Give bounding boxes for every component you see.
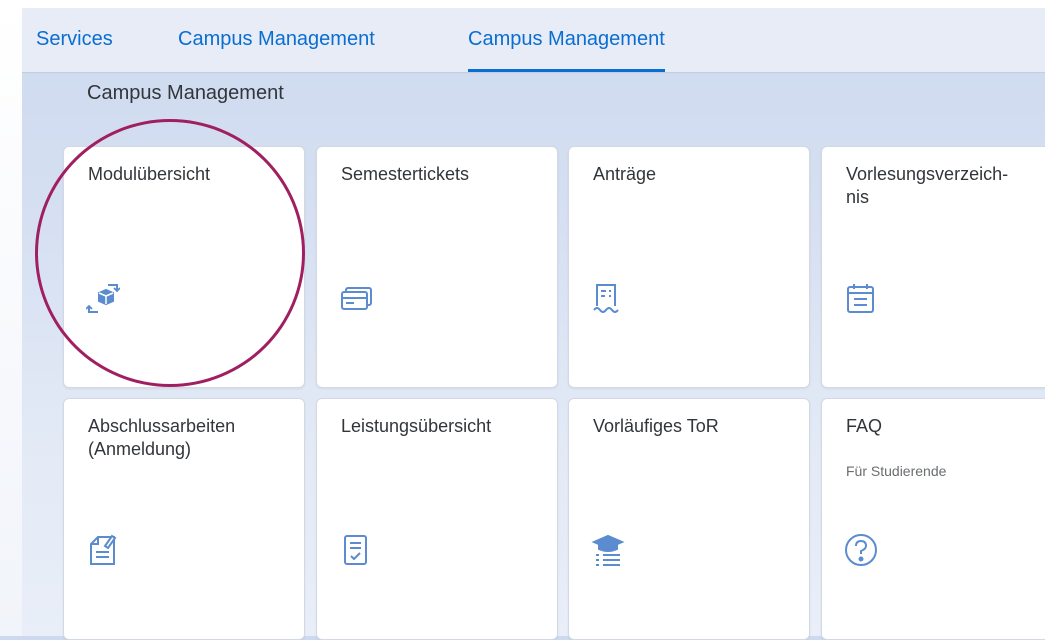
tile-vorlaeufiges-tor[interactable]: Vorläufiges ToR xyxy=(568,398,810,640)
tile-title: FAQ xyxy=(846,416,883,436)
section-title: Campus Management xyxy=(87,82,284,104)
tile-semestertickets[interactable]: Semestertickets xyxy=(316,146,558,388)
window-top-edge xyxy=(0,0,1045,8)
calendar-icon xyxy=(847,284,874,313)
document-edit-icon xyxy=(90,534,117,565)
tile-title: Anträge xyxy=(593,164,657,184)
module-overview-icon xyxy=(86,284,120,313)
receipt-icon xyxy=(593,284,619,313)
checklist-document-icon xyxy=(344,535,367,565)
tile-abschlussarbeiten[interactable]: Abschlussarbeiten (Anmeldung) xyxy=(63,398,305,640)
tile-title: Semestertickets xyxy=(341,164,470,184)
tab-services[interactable]: Services xyxy=(36,8,113,72)
tab-bar: Services Campus Management Campus Manage… xyxy=(22,8,1045,73)
tile-title: Vorläufiges ToR xyxy=(593,416,719,436)
tile-vorlesungsverzeichnis[interactable]: Vorlesungsverzeich- nis xyxy=(821,146,1045,388)
graduation-list-icon xyxy=(591,534,625,566)
tile-moduluebersicht[interactable]: Modulübersicht xyxy=(63,146,305,388)
tile-title: Leistungsübersicht xyxy=(341,416,492,436)
tile-subtitle: Für Studierende xyxy=(846,463,947,479)
tile-title: Abschlussarbeiten (Anmeldung) xyxy=(88,416,236,459)
window-left-edge xyxy=(0,0,22,636)
tab-campus-management-2[interactable]: Campus Management xyxy=(468,8,665,72)
tile-faq[interactable]: FAQ Für Studierende xyxy=(821,398,1045,640)
tile-leistungsuebersicht[interactable]: Leistungsübersicht xyxy=(316,398,558,640)
tile-title: Modulübersicht xyxy=(88,164,211,184)
ticket-icon xyxy=(341,287,372,310)
tile-title: Vorlesungsverzeich- nis xyxy=(846,164,1009,207)
tab-campus-management-1[interactable]: Campus Management xyxy=(178,8,375,72)
tile-antraege[interactable]: Anträge xyxy=(568,146,810,388)
question-mark-icon xyxy=(845,534,877,566)
